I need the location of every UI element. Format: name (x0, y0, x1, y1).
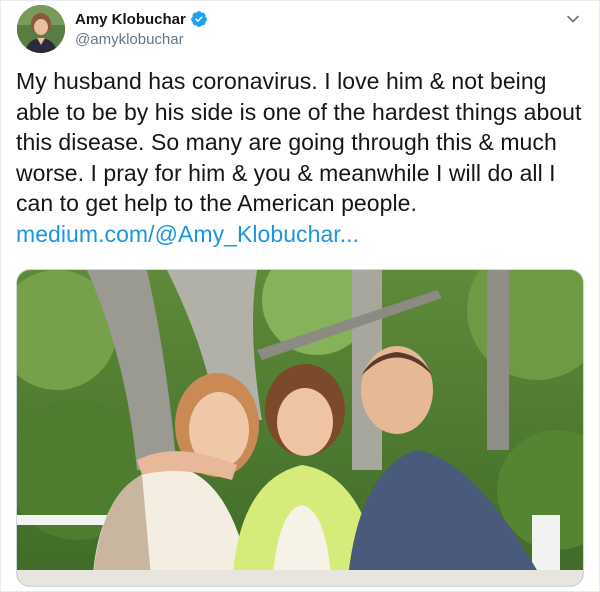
tweet-link[interactable]: medium.com/@Amy_Klobuchar... (16, 219, 586, 250)
tweet-card: Amy Klobuchar @amyklobuchar My husband h… (0, 0, 600, 592)
verified-badge-icon (190, 10, 208, 28)
tweet-text: My husband has coronavirus. I love him &… (16, 66, 586, 249)
avatar[interactable] (17, 5, 65, 53)
tweet-text-line: this disease. So many are going through … (16, 129, 557, 155)
tweet-text-line: worse. I pray for him & you & meanwhile … (16, 159, 556, 186)
chevron-down-icon[interactable] (565, 11, 581, 27)
author-block: Amy Klobuchar @amyklobuchar (75, 10, 208, 48)
tweet-text-line: able to be by his side is one of the har… (16, 98, 582, 125)
tweet-text-line: My husband has coronavirus. I love him &… (16, 68, 547, 94)
tweet-photo[interactable] (16, 269, 584, 587)
handle[interactable]: @amyklobuchar (75, 31, 208, 48)
name-row: Amy Klobuchar (75, 10, 208, 28)
display-name[interactable]: Amy Klobuchar (75, 11, 186, 28)
tweet-text-line: can to get help to the American people. (16, 190, 417, 216)
